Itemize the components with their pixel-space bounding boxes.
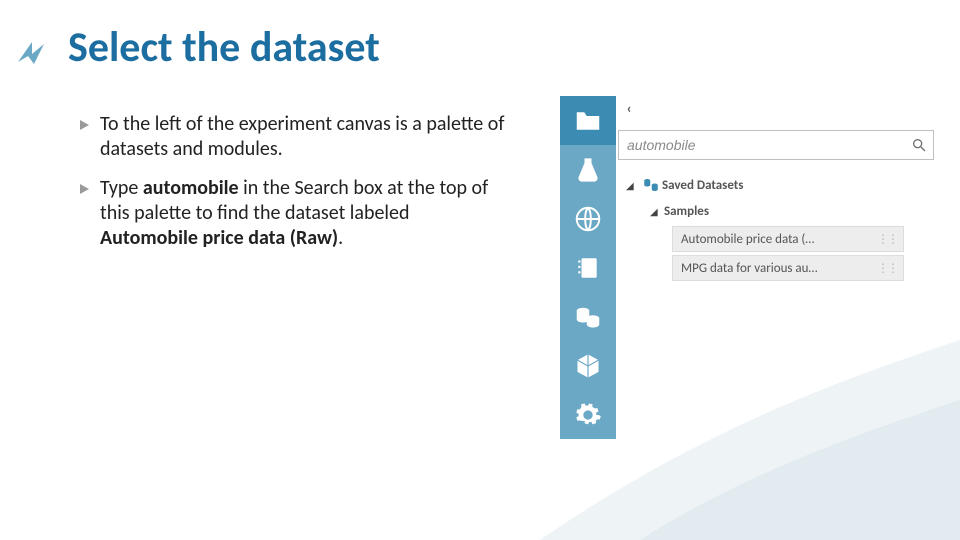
bullet-text: To the left of the experiment canvas is … — [100, 112, 508, 162]
tree-node-samples[interactable]: ◢ Samples — [626, 198, 938, 224]
nav-notepad-icon[interactable] — [560, 243, 616, 292]
vertical-nav — [560, 96, 616, 444]
bullet-list: To the left of the experiment canvas is … — [78, 112, 508, 265]
drag-grip-icon: ⋮⋮ — [877, 232, 897, 247]
search-icon[interactable] — [905, 137, 933, 153]
drag-grip-icon: ⋮⋮ — [877, 261, 897, 276]
search-box — [618, 130, 934, 160]
nav-folder-icon[interactable] — [560, 96, 616, 145]
page-title: Select the dataset — [68, 22, 380, 73]
bullet-icon — [78, 182, 92, 196]
caret-down-icon: ◢ — [626, 179, 640, 192]
dataset-item[interactable]: MPG data for various au… ⋮⋮ — [672, 255, 904, 281]
nav-database-icon[interactable] — [560, 292, 616, 341]
bullet-item: To the left of the experiment canvas is … — [78, 112, 508, 162]
nav-cube-icon[interactable] — [560, 341, 616, 390]
search-input[interactable] — [619, 137, 905, 153]
slide-logo-icon — [14, 34, 54, 74]
tree-node-label: Samples — [664, 204, 709, 219]
bullet-icon — [78, 118, 92, 132]
dataset-item-label: MPG data for various au… — [681, 261, 817, 276]
tree-node-label: Saved Datasets — [662, 178, 744, 193]
nav-flask-icon[interactable] — [560, 145, 616, 194]
nav-gear-icon[interactable] — [560, 390, 616, 439]
nav-globe-icon[interactable] — [560, 194, 616, 243]
bullet-text: Type automobile in the Search box at the… — [100, 176, 508, 251]
datasets-icon — [640, 176, 662, 194]
tree-node-saved-datasets[interactable]: ◢ Saved Datasets — [626, 172, 938, 198]
bullet-item: Type automobile in the Search box at the… — [78, 176, 508, 251]
collapse-toggle[interactable]: ‹ — [616, 96, 642, 120]
dataset-item[interactable]: Automobile price data (… ⋮⋮ — [672, 226, 904, 252]
dataset-item-label: Automobile price data (… — [681, 232, 814, 247]
caret-down-icon: ◢ — [650, 205, 664, 218]
dataset-tree: ◢ Saved Datasets ◢ Samples Automobile pr… — [626, 172, 938, 284]
palette-screenshot: ‹ ◢ Saved Datasets ◢ Samples Automobile … — [560, 96, 958, 446]
